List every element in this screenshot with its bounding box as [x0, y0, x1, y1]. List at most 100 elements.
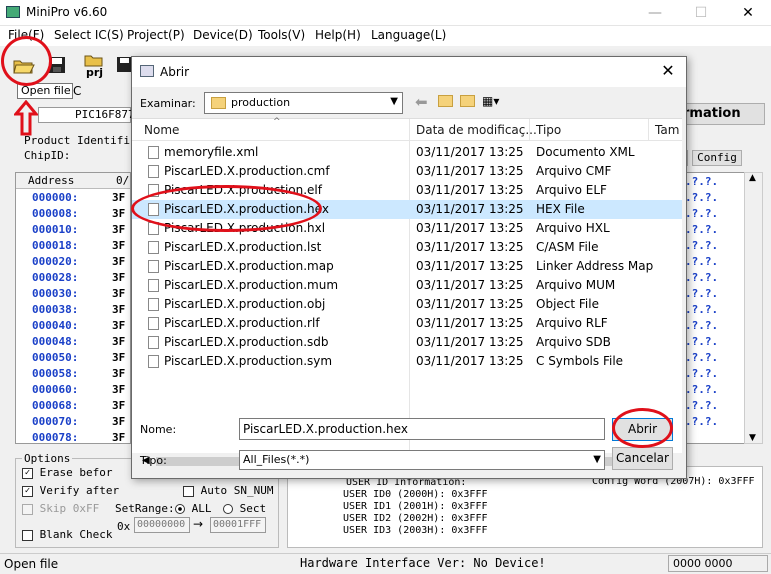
grid-row[interactable]: 000048: 3F	[16, 334, 130, 350]
menu-project[interactable]: Project(P)	[127, 28, 185, 42]
save-project-icon[interactable]	[114, 52, 132, 78]
minimize-button[interactable]: —	[632, 0, 678, 26]
col-size[interactable]: Tam	[655, 119, 679, 141]
grid-ascii-cell: .?.?.	[685, 319, 719, 332]
blank-check-checkbox[interactable]: Blank Check	[22, 528, 112, 541]
col-divider	[529, 119, 530, 141]
col-date[interactable]: Data de modificaç...	[416, 119, 537, 141]
grid-row-value: 3F	[112, 255, 126, 268]
grid-row[interactable]: 000020: 3F	[16, 254, 130, 270]
file-row[interactable]: PiscarLED.X.production.cmf 03/11/2017 13:…	[132, 162, 682, 181]
grid-row[interactable]: 000078: 3F	[16, 430, 130, 446]
highlight-open-icon	[1, 36, 52, 86]
file-row[interactable]: PiscarLED.X.production.sdb 03/11/2017 13:…	[132, 333, 682, 352]
ox-label: 0x	[117, 520, 131, 533]
menu-tools[interactable]: Tools(V)	[258, 28, 305, 42]
file-row[interactable]: memoryfile.xml 03/11/2017 13:25 Documento …	[132, 143, 682, 162]
up-arrow-icon	[12, 99, 40, 136]
file-list[interactable]: Nome ^ Data de modificaç... Tipo Tam mem…	[132, 117, 682, 470]
menu-language[interactable]: Language(L)	[371, 28, 446, 42]
grid-row-value: 3F	[112, 431, 126, 444]
grid-row[interactable]: 000040: 3F	[16, 318, 130, 334]
up-folder-icon[interactable]	[438, 95, 453, 107]
file-type: Linker Address Map	[536, 259, 654, 273]
view-menu-icon[interactable]: ▦▾	[482, 94, 499, 108]
filename-input[interactable]: PiscarLED.X.production.hex	[239, 418, 605, 440]
chip-name-field[interactable]: PIC16F877	[38, 107, 135, 123]
col-name[interactable]: Nome	[144, 119, 179, 141]
buffer-grid[interactable]: Address 0/ 000000: 3F 000008: 3F 000010: 3F 00…	[15, 172, 131, 444]
auto-sn-checkbox[interactable]: Auto SN_NUM	[183, 484, 273, 497]
grid-row-value: 3F	[112, 383, 126, 396]
file-date: 03/11/2017 13:25	[416, 221, 524, 235]
grid-row[interactable]: 000058: 3F	[16, 366, 130, 382]
grid-row-value: 3F	[112, 319, 126, 332]
new-folder-icon[interactable]	[460, 95, 475, 107]
menu-help[interactable]: Help(H)	[315, 28, 361, 42]
menu-device[interactable]: Device(D)	[193, 28, 253, 42]
range-from-input[interactable]: 00000000	[134, 517, 190, 533]
grid-row-value: 3F	[112, 191, 126, 204]
maximize-button[interactable]: ☐	[678, 0, 724, 26]
range-to-input[interactable]: 00001FFF	[210, 517, 266, 533]
close-button[interactable]: ✕	[725, 0, 771, 26]
grid-row[interactable]: 000068: 3F	[16, 398, 130, 414]
file-row[interactable]: PiscarLED.X.production.lst 03/11/2017 13:…	[132, 238, 682, 257]
grid-row[interactable]: 000000: 3F	[16, 190, 130, 206]
verify-checkbox[interactable]: ✓ Verify after	[22, 484, 119, 497]
dialog-close-button[interactable]: ✕	[656, 61, 680, 80]
col-type[interactable]: Tipo	[536, 119, 561, 141]
grid-row[interactable]: 000038: 3F	[16, 302, 130, 318]
config-button[interactable]: Config	[692, 150, 742, 166]
grid-row[interactable]: 000050: 3F	[16, 350, 130, 366]
scroll-down-icon[interactable]: ▼	[749, 433, 756, 443]
project-icon[interactable]: prj	[82, 52, 108, 79]
grid-row[interactable]: 000008: 3F	[16, 206, 130, 222]
grid-row-value: 3F	[112, 207, 126, 220]
grid-row[interactable]: 000060: 3F	[16, 382, 130, 398]
range-all-radio[interactable]: ALL	[175, 502, 212, 515]
open-dialog: Abrir ✕ Examinar: production ▼ ⬅ ▦▾ Nome…	[131, 56, 687, 479]
grid-row-address: 000020:	[32, 255, 79, 268]
grid-row-address: 000008:	[32, 207, 79, 220]
grid-row[interactable]: 000010: 3F	[16, 222, 130, 238]
file-row[interactable]: PiscarLED.X.production.rlf 03/11/2017 13:…	[132, 314, 682, 333]
menu-select-ic[interactable]: Select IC(S)	[54, 28, 124, 42]
grid-row-address: 000000:	[32, 191, 79, 204]
grid-row-address: 000060:	[32, 383, 79, 396]
grid-row-address: 000070:	[32, 415, 79, 428]
file-list-header: Nome ^ Data de modificaç... Tipo Tam	[132, 117, 682, 454]
grid-row[interactable]: 000018: 3F	[16, 238, 130, 254]
grid-row-address: 000048:	[32, 335, 79, 348]
grid-ascii-cell: .?.?.	[685, 367, 719, 380]
file-name: PiscarLED.X.production.lst	[164, 240, 322, 254]
grid-row[interactable]: 000070: 3F	[16, 414, 130, 430]
grid-row[interactable]: 000028: 3F	[16, 270, 130, 286]
chip-information-button[interactable]: rmation	[680, 103, 765, 125]
skip-ff-checkbox[interactable]: Skip 0xFF	[22, 502, 99, 515]
scroll-up-icon[interactable]: ▲	[749, 173, 756, 183]
filetype-label: Tipo:	[140, 454, 167, 467]
file-row[interactable]: PiscarLED.X.production.sym 03/11/2017 13:…	[132, 352, 682, 371]
range-sect-radio[interactable]: Sect	[223, 502, 266, 515]
lookin-select[interactable]: production ▼	[204, 92, 403, 114]
filetype-select[interactable]: All_Files(*.*) ▼	[239, 450, 605, 470]
file-name: PiscarLED.X.production.sdb	[164, 335, 329, 349]
verify-label: Verify after	[39, 484, 120, 497]
cancel-button[interactable]: Cancelar	[612, 447, 673, 470]
back-icon[interactable]: ⬅	[415, 93, 428, 111]
file-row[interactable]: PiscarLED.X.production.map 03/11/2017 13:…	[132, 257, 682, 276]
file-row[interactable]: PiscarLED.X.production.mum 03/11/2017 13:…	[132, 276, 682, 295]
dropdown-arrow-icon: ▼	[390, 96, 398, 107]
grid-ascii-cell: .?.?.	[685, 175, 719, 188]
grid-ascii-cell: .?.?.	[685, 255, 719, 268]
erase-checkbox[interactable]: ✓ Erase befor	[22, 466, 112, 479]
erase-label: Erase befor	[39, 466, 113, 479]
grid-row-value: 3F	[112, 351, 126, 364]
file-row[interactable]: PiscarLED.X.production.obj 03/11/2017 13:…	[132, 295, 682, 314]
grid-scrollbar[interactable]: ▲ ▼	[744, 172, 763, 444]
product-id-label: Product Identifica	[24, 134, 144, 147]
grid-row[interactable]: 000030: 3F	[16, 286, 130, 302]
grid-ascii-cell: .?.?.	[685, 271, 719, 284]
grid-ascii-cell: .?.?.	[685, 399, 719, 412]
